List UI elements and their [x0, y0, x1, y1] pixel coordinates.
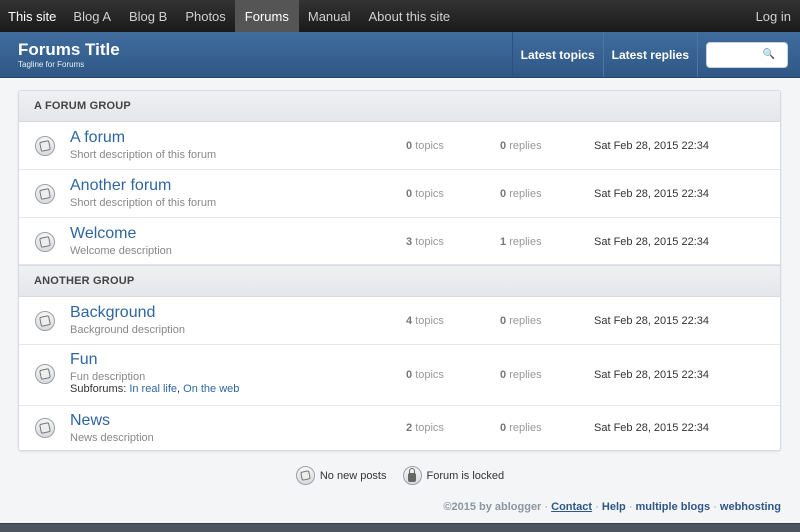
- brand: Forums Title Tagline for Forums: [0, 32, 512, 77]
- forum-row: Another forum Short description of this …: [19, 170, 780, 218]
- nav-manual[interactable]: Manual: [299, 0, 360, 32]
- footer-sep: ·: [595, 501, 599, 513]
- group-header: A FORUM GROUP: [19, 91, 780, 122]
- legend-no-new: No new posts: [295, 466, 387, 485]
- forum-read-icon: [35, 136, 55, 156]
- reply-count: 0 replies: [500, 188, 542, 200]
- last-post-date: Sat Feb 28, 2015 22:34: [594, 315, 709, 327]
- forum-description: News description: [70, 432, 154, 444]
- forum-read-icon: [35, 184, 55, 204]
- nav-blog-b[interactable]: Blog B: [120, 0, 176, 32]
- reply-count: 0 replies: [500, 369, 542, 381]
- last-post-date: Sat Feb 28, 2015 22:34: [594, 188, 709, 200]
- topic-count: 0 topics: [406, 140, 444, 152]
- forums-title[interactable]: Forums Title: [18, 41, 494, 59]
- footer: ©2015 by ablogger · Contact · Help · mul…: [443, 501, 781, 513]
- forum-row: A forum Short description of this forum …: [19, 122, 780, 170]
- topic-count: 4 topics: [406, 315, 444, 327]
- topic-count: 3 topics: [406, 236, 444, 248]
- lock-icon: [402, 466, 422, 485]
- nav-about[interactable]: About this site: [360, 0, 460, 32]
- subforum-link[interactable]: In real life: [129, 383, 177, 395]
- nav-this-site[interactable]: This site: [0, 0, 64, 32]
- forum-description: Short description of this forum: [70, 197, 217, 209]
- forum-read-icon: [295, 466, 315, 485]
- forum-description: Fun description: [70, 371, 146, 383]
- footer-sep: ·: [628, 501, 633, 513]
- forum-name[interactable]: News: [70, 412, 110, 430]
- topic-count: 2 topics: [406, 422, 444, 434]
- forum-row: News News description 2 topics 0 replies…: [19, 406, 780, 450]
- forum-row: Welcome Welcome description 3 topics 1 r…: [19, 218, 780, 265]
- reply-count: 0 replies: [500, 315, 542, 327]
- forum-name[interactable]: Welcome: [70, 225, 136, 243]
- last-post-date: Sat Feb 28, 2015 22:34: [594, 422, 709, 434]
- forum-row: Fun Fun description Subforums: In real l…: [19, 345, 780, 406]
- nav-forums[interactable]: Forums: [234, 0, 299, 32]
- forums-tagline: Tagline for Forums: [18, 60, 85, 69]
- forum-read-icon: [35, 232, 55, 252]
- login-link[interactable]: Log in: [747, 0, 800, 32]
- last-post-date: Sat Feb 28, 2015 22:34: [594, 236, 709, 248]
- topic-count: 0 topics: [406, 369, 444, 381]
- subforums: Subforums: In real life, On the web: [70, 383, 240, 395]
- footer-author: ablogger: [494, 501, 542, 513]
- forum-name[interactable]: A forum: [70, 129, 125, 147]
- forum-description: Short description of this forum: [70, 149, 217, 161]
- last-post-date: Sat Feb 28, 2015 22:34: [594, 369, 709, 381]
- webhosting-link[interactable]: webhosting: [720, 501, 781, 513]
- search-input[interactable]: 🔍: [706, 41, 788, 68]
- nav-photos[interactable]: Photos: [176, 0, 234, 32]
- last-post-date: Sat Feb 28, 2015 22:34: [594, 140, 709, 152]
- help-link[interactable]: Help: [602, 501, 626, 513]
- legend-locked-label: Forum is locked: [426, 469, 505, 482]
- footer-sep: ·: [713, 501, 717, 513]
- legend-no-new-label: No new posts: [319, 469, 387, 482]
- nav-blog-a[interactable]: Blog A: [64, 0, 120, 32]
- bottom-bar: [0, 523, 800, 532]
- latest-replies-link[interactable]: Latest replies: [602, 32, 697, 77]
- search-area: 🔍: [697, 32, 800, 77]
- reply-count: 1 replies: [500, 236, 542, 248]
- forum-name[interactable]: Fun: [70, 351, 98, 369]
- footer-copyright: ©2015 by: [443, 501, 492, 513]
- latest-topics-link[interactable]: Latest topics: [511, 32, 603, 77]
- forum-legend: No new posts Forum is locked: [0, 466, 800, 485]
- search-icon[interactable]: 🔍: [763, 49, 775, 60]
- forum-description: Welcome description: [70, 245, 172, 257]
- topic-count: 0 topics: [406, 188, 444, 200]
- forum-list: A FORUM GROUP A forum Short description …: [18, 90, 781, 451]
- contact-link[interactable]: Contact: [551, 501, 592, 513]
- subforums-label: Subforums:: [70, 383, 127, 395]
- forum-read-icon: [35, 418, 55, 438]
- forum-name[interactable]: Another forum: [70, 177, 171, 195]
- top-navigation: This site Blog A Blog B Photos Forums Ma…: [0, 0, 800, 32]
- reply-count: 0 replies: [500, 422, 542, 434]
- legend-locked: Forum is locked: [402, 466, 505, 485]
- multiple-blogs-link[interactable]: multiple blogs: [636, 501, 711, 513]
- forums-header: Forums Title Tagline for Forums Latest t…: [0, 32, 800, 78]
- forum-description: Background description: [70, 324, 185, 336]
- forum-read-icon: [35, 364, 55, 384]
- footer-sep: ·: [544, 501, 549, 513]
- reply-count: 0 replies: [500, 140, 542, 152]
- group-header: ANOTHER GROUP: [19, 265, 780, 297]
- forum-row: Background Background description 4 topi…: [19, 297, 780, 345]
- forum-name[interactable]: Background: [70, 304, 155, 322]
- forum-read-icon: [35, 311, 55, 331]
- subforum-link[interactable]: On the web: [183, 383, 239, 395]
